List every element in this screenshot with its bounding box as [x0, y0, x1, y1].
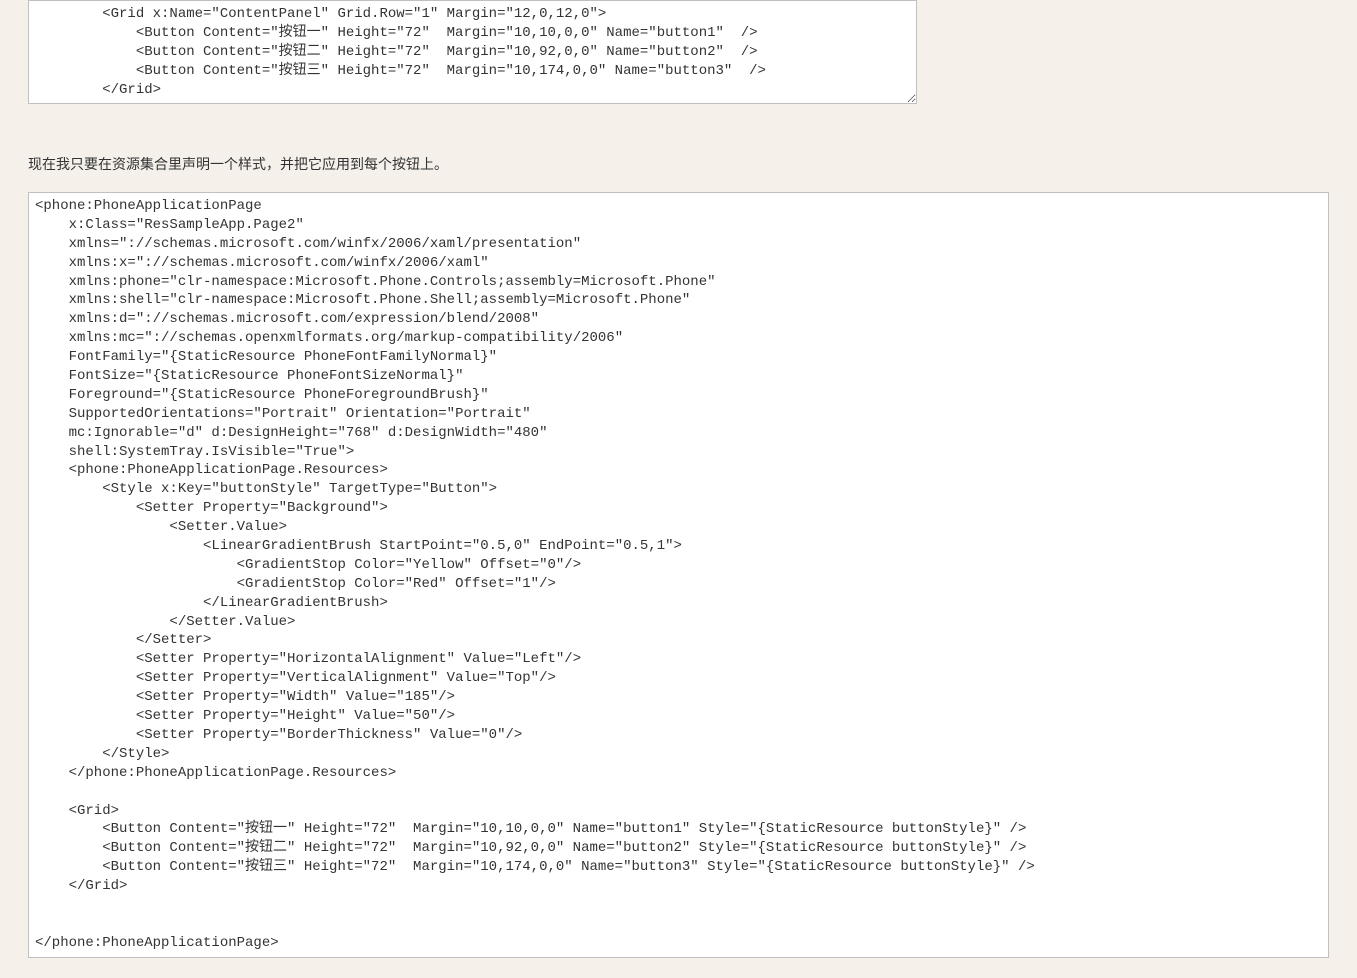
code-block-2[interactable]: <phone:PhoneApplicationPage x:Class="Res…: [28, 192, 1329, 958]
page-content: <Grid x:Name="ContentPanel" Grid.Row="1"…: [0, 0, 1357, 978]
code-block-1[interactable]: <Grid x:Name="ContentPanel" Grid.Row="1"…: [28, 0, 917, 104]
description-paragraph: 现在我只要在资源集合里声明一个样式，并把它应用到每个按钮上。: [28, 154, 1329, 174]
